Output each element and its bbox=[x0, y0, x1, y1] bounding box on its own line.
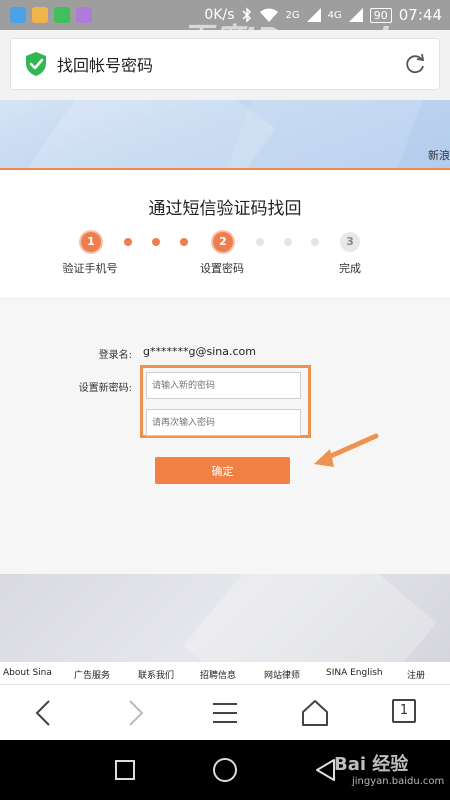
main-heading: 通过短信验证码找回 bbox=[148, 199, 302, 219]
footer-link-jobs[interactable]: 招聘信息 bbox=[200, 668, 236, 681]
notification-icons bbox=[10, 7, 92, 23]
back-icon[interactable] bbox=[28, 697, 60, 729]
page-header: 找回帐号密码 bbox=[0, 30, 450, 100]
recent-apps-icon[interactable] bbox=[114, 759, 136, 781]
baidu-jingyan-url: jingyan.baidu.com bbox=[352, 776, 445, 787]
gallery-icon bbox=[76, 7, 92, 23]
header-card: 找回帐号密码 bbox=[10, 38, 440, 90]
refresh-icon[interactable] bbox=[403, 53, 427, 77]
network-speed: 0K/s bbox=[204, 7, 235, 23]
page-title: 找回帐号密码 bbox=[57, 56, 154, 75]
footer-link-lawyer[interactable]: 网站律师 bbox=[264, 668, 300, 681]
signal-bars-icon bbox=[306, 8, 321, 22]
progress-dot bbox=[124, 238, 132, 246]
login-name-label: 登录名: bbox=[98, 350, 132, 361]
progress-dot bbox=[180, 238, 188, 246]
arrow-annotation-icon bbox=[314, 433, 379, 467]
browser-toolbar: 1 bbox=[0, 684, 450, 740]
forward-icon[interactable] bbox=[119, 697, 151, 729]
phone-icon bbox=[54, 7, 70, 23]
progress-dot bbox=[256, 238, 264, 246]
status-indicators: 0K/s 2G 4G 90 07:44 bbox=[204, 0, 442, 30]
tab-count-button[interactable]: 1 bbox=[392, 699, 416, 723]
status-bar: 0K/s 2G 4G 90 07:44 百度ID guozi bbox=[0, 0, 450, 57]
signal-bars-icon bbox=[348, 8, 363, 22]
footer-background bbox=[0, 574, 450, 662]
bluetooth-icon bbox=[241, 7, 251, 23]
footer-link-register[interactable]: 注册 bbox=[407, 668, 425, 681]
footer-link-about[interactable]: About Sina bbox=[3, 668, 52, 678]
password-form: 登录名: g*******g@sina.com 设置新密码: 确定 bbox=[0, 298, 450, 574]
steps-section: 通过短信验证码找回 1 2 3 验证手机号 设置密码 完成 bbox=[0, 172, 450, 298]
login-name-value: g*******g@sina.com bbox=[143, 345, 256, 358]
banner-text[interactable]: 新浪 bbox=[428, 147, 450, 163]
battery-indicator: 90 bbox=[369, 7, 392, 23]
step-1-circle: 1 bbox=[81, 232, 101, 252]
confirm-password-input[interactable] bbox=[146, 409, 301, 436]
confirm-button[interactable]: 确定 bbox=[155, 457, 290, 484]
footer-link-contact[interactable]: 联系我们 bbox=[138, 668, 174, 681]
progress-dot bbox=[284, 238, 292, 246]
android-nav-bar: Bai 经验 jingyan.baidu.com bbox=[0, 740, 450, 800]
home-icon[interactable] bbox=[299, 697, 331, 729]
footer-link-english[interactable]: SINA English bbox=[326, 668, 383, 678]
clock: 07:44 bbox=[398, 6, 442, 24]
progress-dot bbox=[311, 238, 319, 246]
home-circle-icon[interactable] bbox=[212, 757, 238, 783]
baidu-jingyan-logo: Bai 经验 bbox=[334, 754, 409, 775]
step-3-circle: 3 bbox=[340, 232, 360, 252]
step-1-label: 验证手机号 bbox=[62, 262, 118, 275]
sina-banner: 新浪 bbox=[0, 100, 450, 170]
wifi-icon bbox=[259, 8, 278, 22]
footer-links: About Sina 广告服务 联系我们 招聘信息 网站律师 SINA Engl… bbox=[0, 662, 450, 684]
new-password-input[interactable] bbox=[146, 372, 301, 399]
qq-browser-icon bbox=[10, 7, 26, 23]
footer-link-ads[interactable]: 广告服务 bbox=[74, 668, 110, 681]
new-password-label: 设置新密码: bbox=[78, 383, 132, 394]
shield-check-icon bbox=[26, 52, 46, 76]
signal-4g: 4G bbox=[327, 9, 342, 21]
signal-2g: 2G bbox=[285, 9, 300, 21]
step-2-label: 设置密码 bbox=[200, 262, 244, 275]
menu-icon[interactable] bbox=[209, 697, 241, 729]
step-3-label: 完成 bbox=[339, 262, 361, 275]
progress-dot bbox=[152, 238, 160, 246]
step-2-circle: 2 bbox=[213, 232, 233, 252]
app-icon bbox=[32, 7, 48, 23]
